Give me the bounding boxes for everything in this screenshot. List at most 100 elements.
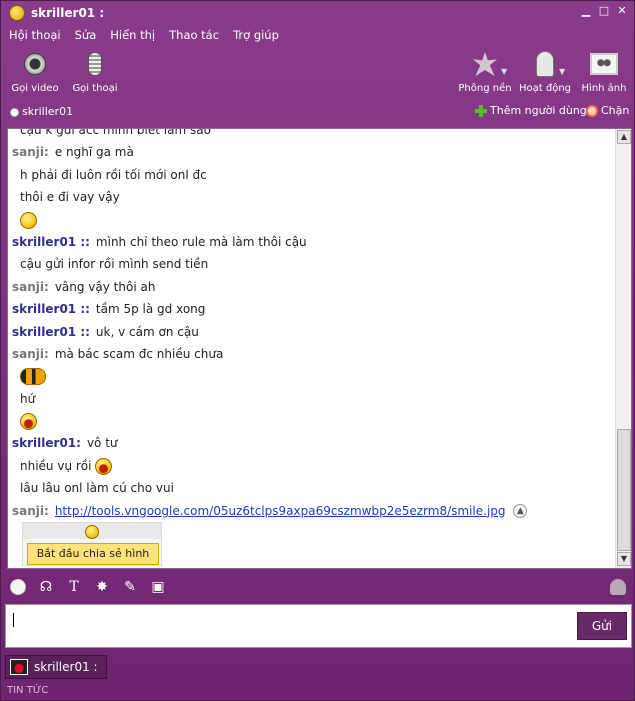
message-list: cậu k gửi acc mình biết làm sao sanji: e … (8, 128, 616, 568)
menu-bar: Hội thoại Sửa Hiển thị Thao tác Trợ giúp (1, 25, 634, 45)
chess-piece-icon (536, 51, 554, 77)
block-button[interactable]: Chặn (586, 104, 629, 117)
leaf-icon (473, 52, 497, 76)
message-line: cậu gửi infor rồi mình send tiền (8, 253, 616, 275)
message-line: cậu k gửi acc mình biết làm sao (8, 128, 616, 141)
start-image-share-button[interactable]: Bắt đầu chia sẻ hình ảnh (27, 543, 159, 568)
message-text: lâu lâu onl làm cú cho vui (20, 481, 174, 496)
contact-bar: skriller01 Thêm người dùng Chặn (1, 101, 634, 121)
window-controls: ▁ □ ✕ (580, 5, 628, 17)
grin-emoticon-icon (85, 525, 99, 540)
news-label[interactable]: TIN TỨC (7, 685, 48, 696)
smile-icon (10, 579, 26, 595)
contact-name[interactable]: skriller01 (22, 105, 73, 118)
scroll-down-icon[interactable]: ▼ (617, 552, 631, 566)
smile-emoticon-icon (20, 211, 37, 229)
message-line: skriller01 :: uk, v cám ơn cậu (8, 321, 616, 343)
sender-name: sanji: (12, 145, 49, 160)
message-line (8, 209, 616, 231)
message-line: sanji: vâng vậy thôi ah (8, 276, 616, 298)
message-text: e nghĩ ga mà (54, 145, 134, 160)
message-line: hứ (8, 388, 616, 410)
menu-actions[interactable]: Thao tác (169, 28, 219, 42)
scroll-thumb[interactable] (617, 429, 631, 551)
buzz-icon[interactable]: ✸ (93, 578, 111, 596)
chevron-down-icon[interactable]: ▼ (501, 67, 507, 76)
message-text: vô tư (86, 436, 118, 451)
message-text: h phải đi luôn rồi tối mới onl đc (20, 167, 207, 182)
message-text: tầm 5p là gd xong (95, 302, 206, 317)
text-cursor (13, 613, 14, 627)
format-toolbar: ☊ T ✸ ✎ ▣ (1, 573, 634, 601)
minimize-icon[interactable]: ▁ (580, 5, 592, 17)
sender-name: skriller01 :: (12, 324, 90, 339)
voice-call-button[interactable]: Gọi thoại (65, 49, 125, 94)
chevron-up-icon[interactable]: ▲ (513, 504, 528, 519)
voice-call-label: Gọi thoại (72, 83, 118, 94)
background-button[interactable]: ▼ Phông nền (455, 49, 515, 94)
text-format-icon[interactable]: T (65, 578, 83, 596)
block-icon (586, 104, 598, 117)
message-text: vâng vậy thôi ah (54, 279, 156, 294)
plus-icon (475, 104, 487, 117)
message-line: lâu lâu onl làm cú cho vui (8, 477, 616, 499)
menu-help[interactable]: Trợ giúp (233, 28, 279, 42)
message-line: sanji: http://tools.vngoogle.com/05uz6tcl… (8, 500, 616, 522)
maximize-icon[interactable]: □ (598, 5, 610, 17)
photo-icon (590, 53, 618, 75)
sender-name: sanji: (12, 503, 49, 518)
conversation-tab[interactable]: skriller01 : (5, 655, 107, 679)
avatar (10, 659, 28, 675)
message-line: sanji: mà bác scam đc nhiều chưa (8, 343, 616, 365)
activity-label: Hoạt động (518, 83, 572, 94)
sender-name: sanji: (12, 346, 49, 361)
laugh-emoticon-icon (95, 457, 113, 475)
bee-emoticon-icon (20, 368, 46, 386)
message-line: skriller01 :: mình chỉ theo rule mà làm t… (8, 231, 616, 253)
video-call-label: Gọi video (11, 83, 59, 94)
toolbar: Gọi video Gọi thoại ▼ Phông nền ▼ Hoạt đ… (1, 45, 634, 97)
attach-paperclip-icon[interactable]: ✎ (121, 578, 139, 596)
user-icon[interactable] (610, 579, 626, 595)
image-link[interactable]: http://tools.vngoogle.com/05uz6tclps9axp… (55, 504, 506, 518)
chat-window: skriller01 : ▁ □ ✕ Hội thoại Sửa Hiển th… (0, 0, 635, 701)
lips-icon[interactable]: ☊ (37, 578, 55, 596)
chevron-down-icon[interactable]: ▼ (559, 67, 565, 76)
message-line: nhiều vụ rồi (8, 455, 616, 477)
menu-view[interactable]: Hiển thị (110, 28, 155, 42)
message-line (8, 410, 616, 432)
sender-name: skriller01 :: (12, 302, 90, 317)
emoticon-button[interactable] (9, 578, 27, 596)
message-input[interactable] (5, 604, 632, 648)
messenger-logo-icon (9, 5, 25, 21)
message-line: skriller01 :: tầm 5p là gd xong (8, 298, 616, 320)
add-user-button[interactable]: Thêm người dùng (475, 104, 587, 117)
image-insert-icon[interactable]: ▣ (149, 578, 167, 596)
close-icon[interactable]: ✕ (616, 5, 628, 17)
message-text: uk, v cám ơn cậu (95, 324, 199, 339)
video-call-button[interactable]: Gọi video (5, 49, 65, 94)
sender-name: sanji: (12, 279, 49, 294)
background-label: Phông nền (458, 83, 512, 94)
activity-button[interactable]: ▼ Hoạt động (515, 49, 575, 94)
menu-edit[interactable]: Sửa (75, 28, 97, 42)
image-share-panel: Bắt đầu chia sẻ hình ảnh (22, 522, 162, 568)
message-line: skriller01: vô tư (8, 432, 616, 454)
sender-name: skriller01 :: (12, 234, 90, 249)
microphone-icon (88, 52, 102, 76)
message-text: nhiều vụ rồi (20, 458, 92, 473)
message-text: mình chỉ theo rule mà làm thôi cậu (95, 234, 307, 249)
title-bar: skriller01 : ▁ □ ✕ (1, 1, 634, 25)
conversation-tabs: skriller01 : (1, 651, 634, 681)
message-line: h phải đi luôn rồi tối mới onl đc (8, 164, 616, 186)
chat-history[interactable]: cậu k gửi acc mình biết làm sao sanji: e … (7, 128, 632, 569)
chat-scrollbar[interactable]: ▲ ▼ (615, 129, 631, 568)
send-button[interactable]: Gửi (577, 612, 627, 640)
scroll-up-icon[interactable]: ▲ (617, 130, 631, 144)
menu-conversation[interactable]: Hội thoại (9, 28, 61, 42)
picture-button[interactable]: Hình ảnh (574, 49, 634, 94)
message-line: thôi e đi vay vậy (8, 186, 616, 208)
message-text: cậu k gửi acc mình biết làm sao (20, 128, 211, 137)
webcam-icon (24, 53, 46, 75)
add-user-label: Thêm người dùng (490, 104, 587, 117)
